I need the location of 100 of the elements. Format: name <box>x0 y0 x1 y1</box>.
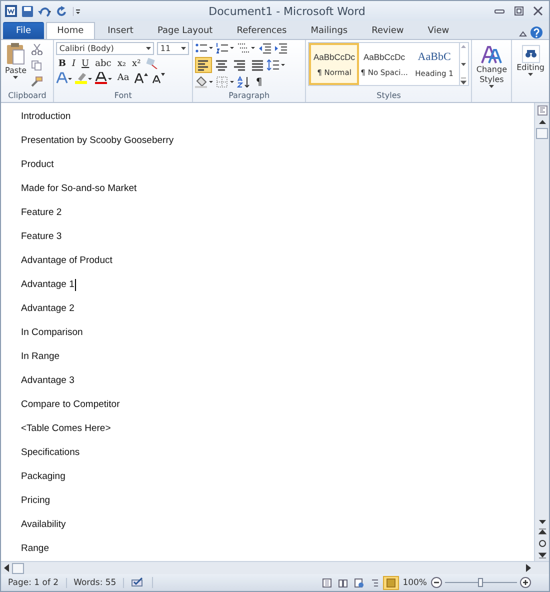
ribbon-tab[interactable]: File <box>3 22 44 39</box>
format-button[interactable]: U <box>80 58 92 68</box>
zoom-slider[interactable] <box>445 578 517 587</box>
document-paragraph: Packaging <box>21 470 66 484</box>
ribbon-tab[interactable]: References <box>226 22 298 39</box>
align-icon <box>232 59 246 71</box>
document-paragraph: Advantage of Product <box>21 254 112 268</box>
help-icon[interactable] <box>530 26 543 39</box>
zoom-in-icon[interactable] <box>520 577 531 588</box>
format-painter-icon[interactable] <box>30 76 43 87</box>
collapse-ribbon-icon[interactable] <box>518 29 528 39</box>
text-effects-icon[interactable] <box>56 72 72 84</box>
redo-icon[interactable] <box>57 6 68 16</box>
page-count[interactable]: Page: 1 of 2 <box>1 578 67 588</box>
grow-font-icon[interactable] <box>134 72 148 84</box>
ribbon-tab[interactable]: Mailings <box>300 22 359 39</box>
zoom-out-icon[interactable] <box>431 577 442 588</box>
document-paragraph: Feature 3 <box>21 230 62 244</box>
group-label: Clipboard <box>7 91 48 102</box>
ribbon-tab[interactable]: Insert <box>96 22 144 39</box>
document-paragraph: Feature 2 <box>21 206 62 220</box>
restore-icon[interactable] <box>512 6 526 16</box>
multilevel-list-icon[interactable] <box>236 42 255 54</box>
view-icon <box>354 578 364 588</box>
zoom-slider-thumb[interactable] <box>478 578 483 587</box>
editing-button[interactable]: Editing <box>514 42 547 76</box>
shading-icon[interactable] <box>194 76 213 88</box>
clear-formatting-icon[interactable] <box>144 58 158 69</box>
undo-icon[interactable] <box>38 6 52 16</box>
document-paragraph: In Comparison <box>21 326 83 340</box>
document-paragraph: Advantage 2 <box>21 302 74 316</box>
document-paragraph: Presentation by Scooby Gooseberry <box>21 134 174 148</box>
ribbon-tab[interactable]: Page Layout <box>146 22 224 39</box>
next-page-icon[interactable] <box>538 551 546 559</box>
paste-button[interactable]: Paste <box>3 42 29 91</box>
document-paragraph: Advantage 3 <box>21 374 74 388</box>
caret-icon <box>528 73 534 76</box>
document-paragraph: Made for So-and-so Market <box>21 182 137 196</box>
font-name-field[interactable]: Calibri (Body) <box>56 42 154 55</box>
change-case-button[interactable]: Aa <box>115 73 132 83</box>
customize-toolbar-icon[interactable] <box>73 6 81 16</box>
line-spacing-icon[interactable] <box>266 59 285 71</box>
format-button[interactable]: abc <box>93 58 114 68</box>
document-paragraph: Range <box>21 542 49 556</box>
font-size-field[interactable]: 11 <box>157 42 190 55</box>
scroll-thumb[interactable] <box>536 128 548 139</box>
numbering-icon[interactable] <box>216 42 234 54</box>
format-button[interactable]: I <box>70 58 78 68</box>
word-logo-icon[interactable] <box>5 5 17 17</box>
zoom-level[interactable]: 100% <box>398 578 431 588</box>
format-button[interactable]: x² <box>130 58 143 68</box>
scroll-right-icon[interactable] <box>526 564 532 572</box>
view-icon <box>322 578 332 588</box>
bullets-icon[interactable] <box>194 42 213 54</box>
previous-page-icon[interactable] <box>538 528 546 536</box>
binoculars-icon <box>522 45 540 63</box>
document-paragraph: <Table Comes Here> <box>21 422 111 436</box>
letters-icon <box>480 45 503 65</box>
scroll-down-icon[interactable] <box>460 60 468 68</box>
align-button[interactable] <box>194 57 212 73</box>
change-styles-button[interactable]: Change Styles <box>474 42 510 88</box>
cut-icon[interactable] <box>30 44 43 55</box>
document-paragraph: Pricing <box>21 494 50 508</box>
clipboard-icon <box>6 42 26 66</box>
close-icon[interactable] <box>531 6 545 16</box>
word-count[interactable]: Words: 55 <box>66 578 124 588</box>
view-icon <box>386 578 396 588</box>
group-label: Styles <box>376 91 402 102</box>
sort-icon[interactable] <box>236 76 251 88</box>
copy-icon[interactable] <box>30 60 43 71</box>
document-paragraph: Specifications <box>21 446 80 460</box>
view-icon <box>338 578 348 588</box>
increase-indent-icon[interactable] <box>274 42 287 54</box>
show-formatting-button[interactable]: ¶ <box>254 76 264 88</box>
document-paragraph: Product <box>21 158 54 172</box>
format-button[interactable]: x₂ <box>115 58 128 68</box>
align-icon <box>196 59 210 71</box>
scroll-thumb[interactable] <box>12 562 24 574</box>
scroll-up-icon[interactable] <box>538 119 546 125</box>
shrink-font-icon[interactable] <box>151 72 166 84</box>
ribbon-tab[interactable]: Review <box>360 22 415 39</box>
proofing-icon[interactable] <box>131 577 146 588</box>
document-paragraph: Compare to Competitor <box>21 398 120 412</box>
save-icon[interactable] <box>22 6 33 16</box>
align-icon <box>214 59 228 71</box>
caret-icon <box>146 47 152 50</box>
ribbon-tab[interactable]: View <box>416 22 460 39</box>
more-icon[interactable] <box>460 77 468 85</box>
font-color-icon[interactable] <box>95 72 112 84</box>
scroll-down-icon[interactable] <box>538 519 546 525</box>
group-label: Font <box>113 91 133 102</box>
group-label: Paragraph <box>228 91 271 102</box>
scroll-left-icon[interactable] <box>4 564 10 572</box>
browse-object-icon[interactable] <box>538 539 546 548</box>
ribbon-tab[interactable]: Home <box>46 22 95 39</box>
decrease-indent-icon[interactable] <box>258 42 271 54</box>
format-button[interactable]: B <box>56 58 68 68</box>
view-button[interactable] <box>382 576 399 590</box>
document-paragraph: In Range <box>21 350 60 364</box>
align-icon <box>250 59 264 71</box>
